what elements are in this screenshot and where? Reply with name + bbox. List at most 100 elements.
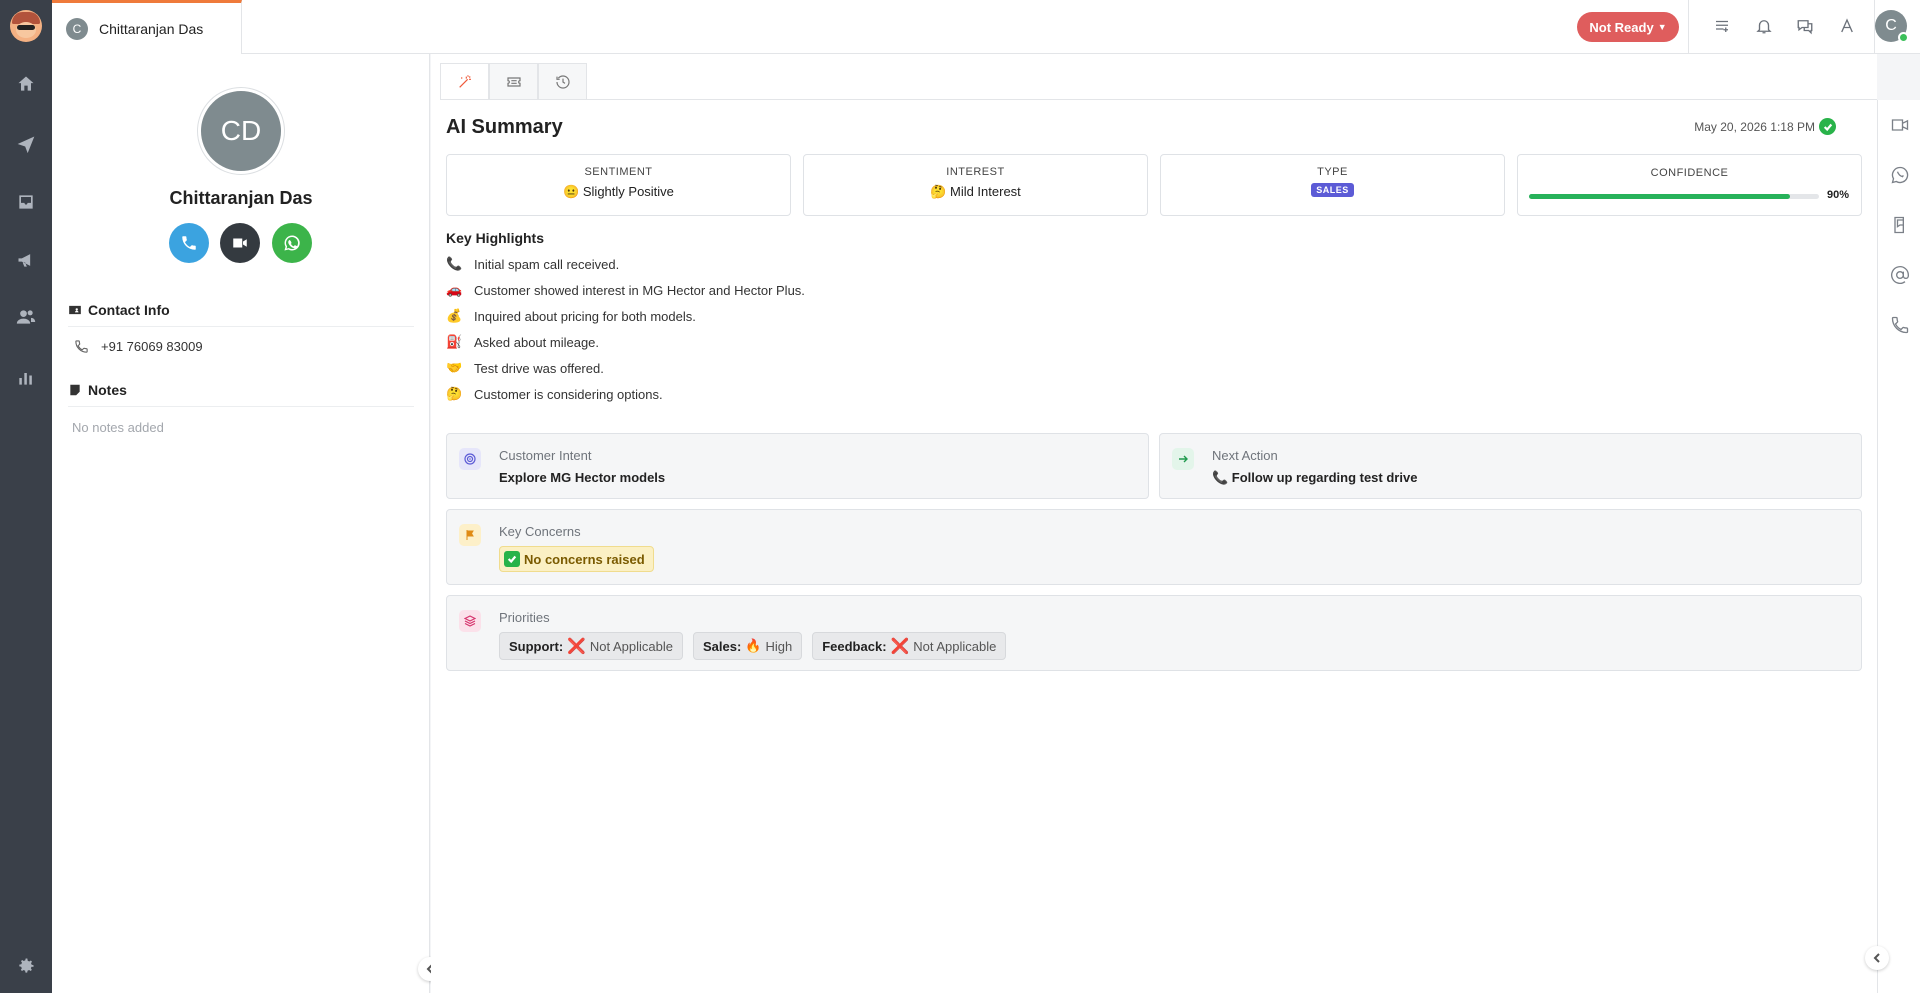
highlight-text: Customer is considering options. [474,386,663,402]
sms-icon[interactable] [1878,200,1920,250]
gear-icon[interactable] [0,944,52,988]
whatsapp-icon[interactable] [1878,150,1920,200]
check-circle-icon [1819,118,1836,135]
call-button[interactable] [169,223,209,263]
whatsapp-button[interactable] [272,223,312,263]
users-icon[interactable] [0,295,52,339]
sentiment-label: SENTIMENT [584,166,653,178]
thinking-emoji-icon: 🤔 [446,386,463,401]
customer-intent-card: Customer Intent Explore MG Hector models [446,433,1149,499]
target-icon [459,448,481,470]
contact-info-header: Contact Info [68,302,414,327]
intent-value: Explore MG Hector models [499,470,666,485]
key-concerns-card: Key Concerns No concerns raised [446,509,1862,585]
panel-tabs [440,63,587,99]
online-status-dot [1898,32,1909,43]
notes-header: Notes [68,382,414,407]
chat-icon[interactable] [1793,14,1817,38]
list-item: 🚗 Customer showed interest in MG Hector a… [446,277,805,303]
list-item: 📞 Initial spam call received. [446,251,805,277]
car-emoji-icon: 🚗 [446,282,463,297]
bar-chart-icon[interactable] [0,356,52,400]
tab-ai-summary[interactable] [440,63,489,99]
list-item: ⛽ Asked about mileage. [446,329,805,355]
tab-tickets[interactable] [489,63,538,99]
next-action-title: Next Action [1212,448,1278,463]
tab-title: Chittaranjan Das [99,20,204,37]
arrow-right-icon [1172,448,1194,470]
next-action-value: 📞 Follow up regarding test drive [1212,470,1418,485]
list-icon[interactable] [1710,14,1734,38]
confidence-progress-bar [1529,194,1819,199]
phone-number-row[interactable]: +91 76069 83009 [74,339,203,354]
notes-empty-text: No notes added [72,420,164,435]
handshake-emoji-icon: 🤝 [446,360,463,375]
type-badge: SALES [1311,183,1354,197]
agent-status-dropdown[interactable]: Not Ready ▼ [1577,12,1679,42]
priority-chip-feedback: Feedback: ❌ Not Applicable [812,632,1007,660]
confidence-label: CONFIDENCE [1650,167,1729,179]
contact-avatar: CD [198,88,284,174]
type-label: TYPE [1317,166,1348,178]
highlight-text: Inquired about pricing for both models. [474,308,696,324]
video-icon[interactable] [1878,100,1920,150]
summary-title: AI Summary [446,116,563,138]
magic-wand-icon [458,74,471,88]
contact-tab[interactable]: C Chittaranjan Das [52,0,242,54]
font-icon[interactable] [1835,14,1859,38]
interest-label: INTEREST [946,166,1005,178]
contact-panel: CD Chittaranjan Das Contact Info +91 760… [52,54,442,993]
inbox-icon[interactable] [0,180,52,224]
intent-title: Customer Intent [499,448,592,463]
phone-emoji-icon: 📞 [446,256,463,271]
highlight-text: Initial spam call received. [474,256,620,272]
priority-value: High [765,638,793,654]
confidence-card: CONFIDENCE 90% [1517,154,1862,216]
concerns-title: Key Concerns [499,524,581,539]
contact-name: Chittaranjan Das [169,188,313,208]
check-box-icon [504,551,520,567]
user-avatar[interactable]: C [1875,10,1909,43]
priority-key: Feedback: [822,638,887,654]
bell-icon[interactable] [1752,14,1776,38]
left-nav-rail [0,0,52,993]
app-logo[interactable] [10,10,42,42]
tab-history[interactable] [538,63,587,99]
concerns-value: No concerns raised [524,551,645,567]
phone-icon [182,236,196,250]
chevron-left-icon [1873,953,1880,963]
id-card-icon [69,305,81,315]
confidence-value: 90% [1826,189,1849,201]
notes-title: Notes [88,382,127,398]
list-item: 💰 Inquired about pricing for both models. [446,303,805,329]
email-icon[interactable] [1878,250,1920,300]
highlight-text: Asked about mileage. [474,334,600,350]
fuel-pump-emoji-icon: ⛽ [446,334,463,349]
video-call-button[interactable] [220,223,260,263]
priorities-card: Priorities Support: ❌ Not Applicable Sal… [446,595,1862,671]
caret-down-icon: ▼ [1657,22,1667,32]
status-label: Not Ready [1589,19,1654,35]
fire-icon: 🔥 [745,638,762,653]
megaphone-icon[interactable] [0,238,52,282]
send-icon[interactable] [0,122,52,166]
interest-value: 🤔 Mild Interest [930,184,1021,199]
home-icon[interactable] [0,62,52,106]
cross-icon: ❌ [890,638,910,655]
phone-icon[interactable] [1878,300,1920,350]
video-icon [233,238,247,248]
highlight-text: Test drive was offered. [474,360,604,376]
type-card: TYPE SALES [1160,154,1505,216]
concerns-status-badge: No concerns raised [499,546,654,572]
history-icon [555,74,570,89]
priorities-title: Priorities [499,610,550,625]
priority-value: Not Applicable [913,638,997,654]
tab-avatar: C [66,17,88,40]
sentiment-card: SENTIMENT 😐 Slightly Positive [446,154,791,216]
confidence-progress-fill [1529,194,1790,199]
priority-value: Not Applicable [589,638,673,654]
ticket-icon [506,76,521,87]
sentiment-value: 😐 Slightly Positive [563,184,674,199]
collapse-right-button[interactable] [1865,946,1889,970]
flag-icon [459,524,481,546]
